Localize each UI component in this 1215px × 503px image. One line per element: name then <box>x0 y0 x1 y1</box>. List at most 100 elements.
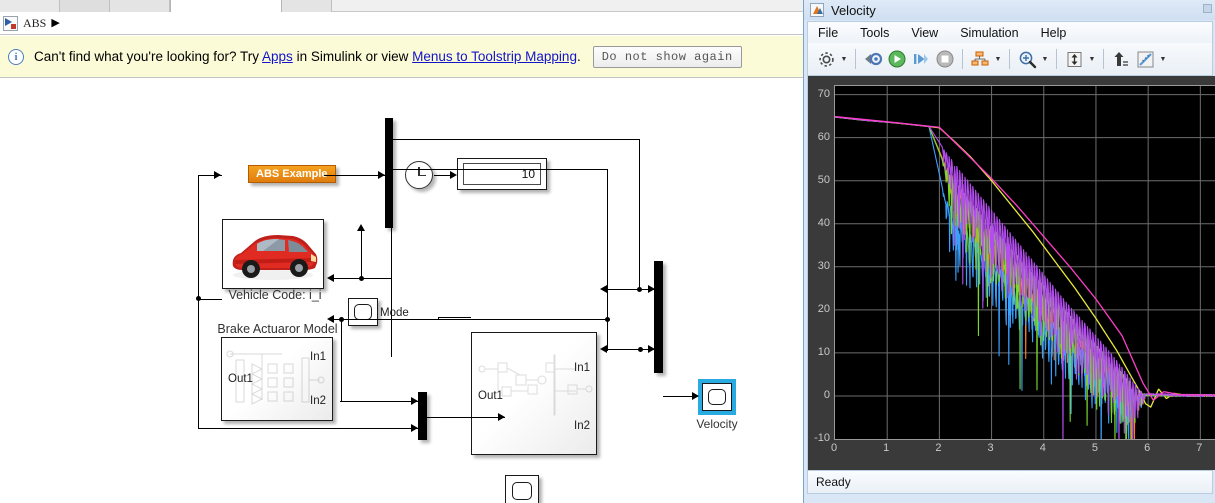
notification-text-before: Can't find what you're looking for? Try <box>34 49 263 64</box>
toolbar-separator-5 <box>1103 49 1104 69</box>
x-tick-label: 2 <box>935 442 942 454</box>
scope-plot-canvas[interactable] <box>834 85 1215 440</box>
wire-left-feedback-vertical <box>198 175 200 429</box>
notification-message: Can't find what you're looking for? Try … <box>34 49 581 64</box>
junction-dot-sub-in2 <box>638 347 643 352</box>
wire-subsystem-stub <box>438 317 440 319</box>
do-not-show-again-button[interactable]: Do not show again <box>592 45 742 68</box>
scope-menubar: File Tools View Simulation Help <box>807 21 1213 43</box>
minimize-icon[interactable] <box>1203 4 1212 13</box>
tab-active-model[interactable] <box>170 0 282 12</box>
signal-selection-icon[interactable] <box>968 47 992 71</box>
menu-file[interactable]: File <box>818 26 838 40</box>
configuration-caret-icon[interactable]: ▼ <box>838 47 850 71</box>
scope-titlebar[interactable]: Velocity <box>804 0 1215 20</box>
chevron-right-icon[interactable]: ▶ <box>51 17 59 29</box>
notification-bar: i Can't find what you're looking for? Tr… <box>0 36 803 78</box>
arrowhead-pressure-in <box>498 413 505 421</box>
menu-tools[interactable]: Tools <box>860 26 889 40</box>
wire-mux-top-branch2 <box>391 169 608 171</box>
arrowhead-sub-in2 <box>600 345 607 353</box>
wire-bottom-mux-vert <box>341 320 343 402</box>
velocity-scope-block[interactable] <box>698 379 736 415</box>
vehicle-block[interactable] <box>222 219 324 289</box>
display-value: 10 <box>463 163 541 185</box>
y-tick-label: 30 <box>817 259 830 272</box>
annotation-abs-example[interactable]: ABS Example <box>248 165 336 183</box>
wire-to-mode-scope <box>361 227 363 278</box>
configuration-properties-icon[interactable] <box>814 47 838 71</box>
measurements-icon[interactable] <box>1133 47 1157 71</box>
arrowhead-mux-right-in1 <box>648 285 655 293</box>
measurements-caret-icon[interactable]: ▼ <box>1157 47 1169 71</box>
toolbar-separator <box>855 49 856 69</box>
wire-bottom-feedback <box>198 428 427 430</box>
wire-into-subsystem <box>438 317 471 319</box>
menu-help[interactable]: Help <box>1041 26 1067 40</box>
menus-to-toolstrip-mapping-link[interactable]: Menus to Toolstrip Mapping <box>412 49 577 64</box>
junction-dot-bottom <box>339 317 344 322</box>
scope-plot-area[interactable]: -10 0 10 20 30 40 50 60 70 01234567 <box>807 76 1215 470</box>
mux-block-right[interactable] <box>654 261 663 373</box>
wire-brake-in2-vertical <box>607 169 609 351</box>
window-tabstrip <box>0 0 803 12</box>
display-block[interactable]: 10 <box>457 158 547 190</box>
wheel-subsystem-block[interactable]: Out1 In1 In2 <box>471 332 597 455</box>
scope-window-title: Velocity <box>831 2 876 18</box>
mux-block-top[interactable] <box>385 118 393 228</box>
x-tick-label: 4 <box>1039 442 1046 454</box>
tab-other-3[interactable] <box>110 0 170 12</box>
clock-block[interactable] <box>405 161 433 189</box>
cursor-measurements-icon[interactable] <box>1109 47 1133 71</box>
pressure-scope-block[interactable] <box>505 475 539 503</box>
breadcrumb: ABS ▶ <box>0 12 803 35</box>
simulink-model-window: ABS ▶ i Can't find what you're looking f… <box>0 0 803 503</box>
mode-scope-block[interactable] <box>348 298 378 326</box>
arrowhead-display-in <box>450 171 457 179</box>
mux-block-bottom[interactable] <box>418 392 427 440</box>
x-tick-label: 6 <box>1144 442 1151 454</box>
x-tick-label: 5 <box>1091 442 1099 454</box>
tab-other-2[interactable] <box>60 0 110 12</box>
arrowhead-bottom-mux-2 <box>411 424 418 432</box>
status-text: Ready <box>816 475 851 489</box>
autoscale-caret-icon[interactable]: ▼ <box>1086 47 1098 71</box>
mode-scope-label: Mode <box>380 307 409 319</box>
zoom-in-icon[interactable] <box>1015 47 1039 71</box>
zoom-caret-icon[interactable]: ▼ <box>1039 47 1051 71</box>
tab-other-1[interactable] <box>0 0 60 12</box>
toolbar-separator-3 <box>1009 49 1010 69</box>
simulink-run-icon[interactable] <box>861 47 885 71</box>
signal-selection-caret-icon[interactable]: ▼ <box>992 47 1004 71</box>
autoscale-icon[interactable] <box>1062 47 1086 71</box>
toolbar-separator-4 <box>1056 49 1057 69</box>
breadcrumb-model-name[interactable]: ABS <box>23 16 46 31</box>
step-forward-icon[interactable] <box>909 47 933 71</box>
wire-vehicle-to-mux <box>324 175 385 177</box>
junction-dot-in2 <box>605 317 610 322</box>
y-tick-label: 70 <box>817 87 830 100</box>
wire-to-sub-in1 <box>607 289 640 291</box>
x-tick-label: 3 <box>987 442 994 454</box>
velocity-scope-window: Velocity File Tools View Simulation Help… <box>803 0 1215 503</box>
wire-mux-top-branch1 <box>391 139 640 141</box>
x-tick-label: 1 <box>883 442 890 454</box>
stop-icon[interactable] <box>933 47 957 71</box>
velocity-scope-label: Velocity <box>696 417 738 431</box>
apps-link[interactable]: Apps <box>262 49 293 64</box>
brake-actuator-block[interactable]: Out1 In1 In2 <box>221 337 333 421</box>
window-controls[interactable] <box>1203 4 1212 13</box>
tab-other-4[interactable] <box>282 0 332 12</box>
arrowhead-sub-in1 <box>600 285 607 293</box>
run-icon[interactable] <box>885 47 909 71</box>
sub-in1-port-label: In1 <box>574 362 590 374</box>
menu-simulation[interactable]: Simulation <box>960 26 1018 40</box>
menu-view[interactable]: View <box>911 26 938 40</box>
arrowhead-mux-right-in2 <box>648 345 655 353</box>
y-tick-label: 10 <box>817 345 830 358</box>
y-tick-label: 60 <box>817 130 830 143</box>
wire-into-bottom-mux-1 <box>340 401 418 403</box>
wire-to-brake-in2 <box>333 319 609 321</box>
model-canvas[interactable]: ABS Example 10 Vehicle Code: i_i Brake A… <box>0 79 803 503</box>
arrowhead-velocity-in <box>692 392 699 400</box>
